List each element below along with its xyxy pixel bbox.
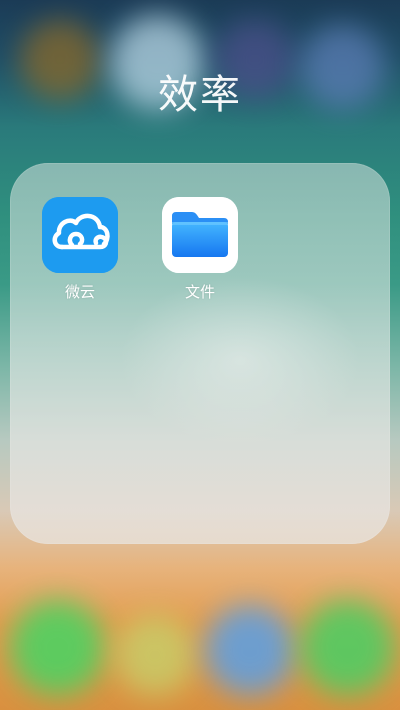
app-label: 文件 bbox=[184, 283, 215, 301]
blurred-dock-icon bbox=[115, 615, 195, 695]
files-folder-icon[interactable] bbox=[162, 197, 238, 273]
app-weiyun[interactable]: 微云 bbox=[42, 197, 118, 302]
blurred-dock-icon bbox=[205, 605, 295, 695]
weiyun-cloud-icon[interactable] bbox=[42, 197, 118, 273]
blurred-dock-icon bbox=[300, 600, 395, 695]
blurred-dock-icon bbox=[10, 600, 105, 695]
home-screen: 效率 微云 文件 bbox=[0, 0, 400, 710]
app-label: 微云 bbox=[64, 283, 95, 301]
app-files[interactable]: 文件 bbox=[162, 197, 238, 302]
folder-title[interactable]: 效率 bbox=[0, 62, 400, 120]
